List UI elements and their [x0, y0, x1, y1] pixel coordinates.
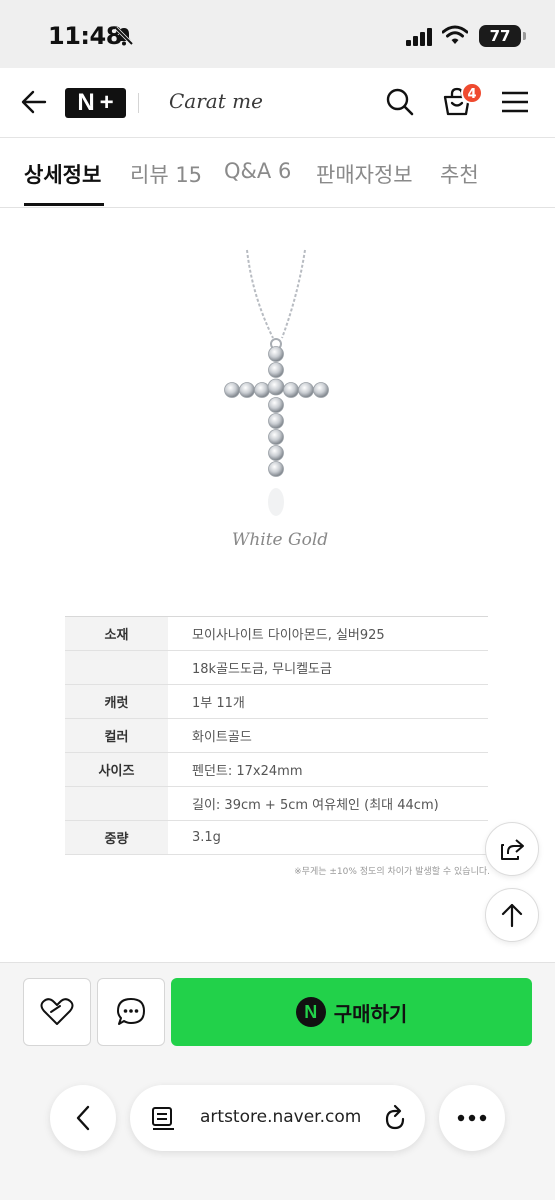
table-row: 소재 모이사나이트 다이아몬드, 실버925: [65, 616, 488, 651]
tab-qna[interactable]: Q&A 6: [224, 159, 291, 183]
spec-label: 소재: [65, 616, 168, 651]
spec-label: [65, 650, 168, 685]
logo-letter-plus: +: [99, 89, 114, 116]
menu-button[interactable]: [495, 82, 535, 122]
spec-label: 캐럿: [65, 684, 168, 719]
talk-button[interactable]: [97, 978, 165, 1046]
reload-icon[interactable]: [382, 1104, 408, 1132]
status-time: 11:48: [48, 22, 122, 50]
spec-value: 18k골드도금, 무니켈도금: [168, 650, 488, 685]
browser-more-button[interactable]: [439, 1085, 505, 1151]
bell-muted-icon: [114, 26, 134, 46]
buy-button[interactable]: N 구매하기: [171, 978, 532, 1046]
scroll-top-button[interactable]: [485, 888, 539, 942]
spec-value: 길이: 39cm + 5cm 여유체인 (최대 44cm): [168, 786, 488, 821]
spec-label: 컬러: [65, 718, 168, 753]
image-caption: White Gold: [231, 530, 329, 550]
battery-cap: [523, 32, 526, 40]
spec-value: 3.1g: [168, 820, 488, 855]
status-bar: 11:48 77: [0, 0, 555, 68]
reader-icon: [152, 1107, 174, 1130]
arrow-up-icon: [501, 903, 523, 928]
table-row: 중량 3.1g: [65, 820, 488, 855]
spec-value: 화이트골드: [168, 718, 488, 753]
tab-reviews[interactable]: 리뷰 15: [130, 159, 202, 189]
spec-value: 1부 11개: [168, 684, 488, 719]
chat-icon: [117, 998, 145, 1025]
logo-letter-n: N: [77, 89, 95, 116]
search-button[interactable]: [380, 82, 420, 122]
app-header: N + Carat me 4: [0, 68, 555, 138]
tab-seller-info[interactable]: 판매자정보: [316, 159, 413, 189]
back-button[interactable]: [14, 82, 54, 122]
buy-button-label: 구매하기: [333, 1001, 408, 1026]
chevron-left-icon: [76, 1105, 90, 1131]
spec-value: 모이사나이트 다이아몬드, 실버925: [168, 616, 488, 651]
more-icon: [457, 1114, 487, 1122]
spec-table: 소재 모이사나이트 다이아몬드, 실버925 18k골드도금, 무니켈도금 캐럿…: [65, 616, 488, 855]
tab-detail-info[interactable]: 상세정보: [24, 159, 101, 189]
spec-value: 펜던트: 17x24mm: [168, 752, 488, 787]
table-row: 18k골드도금, 무니켈도금: [65, 650, 488, 685]
heart-icon: [40, 998, 74, 1025]
table-row: 컬러 화이트골드: [65, 718, 488, 753]
battery-indicator: 77: [479, 25, 521, 47]
table-row: 사이즈 펜던트: 17x24mm: [65, 752, 488, 787]
cellular-signal-icon: [406, 28, 432, 46]
active-tab-indicator: [24, 203, 104, 206]
wishlist-button[interactable]: [23, 978, 91, 1046]
store-name[interactable]: Carat me: [169, 89, 263, 113]
wifi-icon: [442, 25, 468, 44]
menu-icon: [502, 91, 528, 113]
product-tabs: 상세정보 리뷰 15 Q&A 6 판매자정보 추천: [0, 139, 555, 208]
naver-plus-logo[interactable]: N +: [65, 88, 126, 118]
table-row: 캐럿 1부 11개: [65, 684, 488, 719]
share-icon: [501, 839, 524, 860]
share-button[interactable]: [485, 822, 539, 876]
table-row: 길이: 39cm + 5cm 여유체인 (최대 44cm): [65, 786, 488, 821]
tab-recommend[interactable]: 추천: [440, 159, 479, 189]
cart-count-badge: 4: [461, 82, 483, 104]
header-divider: [138, 93, 139, 113]
spec-label: 중량: [65, 820, 168, 855]
weight-note: ※무게는 ±10% 정도의 차이가 발생할 수 있습니다.: [294, 867, 490, 877]
spec-label: [65, 786, 168, 821]
url-text[interactable]: artstore.naver.com: [200, 1107, 361, 1127]
back-arrow-icon: [21, 90, 47, 114]
search-icon: [386, 88, 414, 116]
product-image-cross-necklace: [224, 249, 329, 516]
browser-back-button[interactable]: [50, 1085, 116, 1151]
spec-label: 사이즈: [65, 752, 168, 787]
naver-pay-icon: N: [295, 997, 326, 1027]
